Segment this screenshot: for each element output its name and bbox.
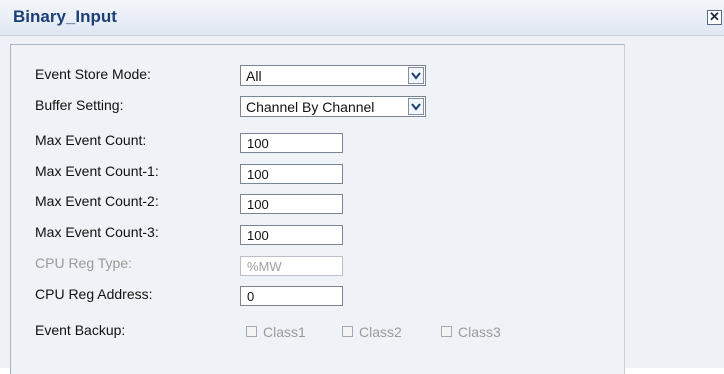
buffer-setting-select[interactable]: Channel By Channel (240, 96, 426, 117)
max-event-count-1-value: 100 (247, 167, 269, 182)
max-event-count-2-label: Max Event Count-2: (35, 193, 159, 209)
event-store-mode-value: All (246, 68, 262, 84)
cpu-reg-address-value: 0 (247, 289, 255, 304)
class3-checkbox[interactable] (441, 326, 452, 337)
chevron-down-icon[interactable] (408, 67, 424, 84)
chevron-down-icon[interactable] (408, 98, 424, 115)
max-event-count-label: Max Event Count: (35, 132, 147, 148)
buffer-setting-value: Channel By Channel (246, 99, 375, 115)
max-event-count-value: 100 (247, 136, 269, 151)
class3-label: Class3 (458, 324, 501, 340)
title-bar: Binary_Input ✕ (0, 0, 724, 36)
max-event-count-3-value: 100 (247, 228, 269, 243)
close-icon[interactable]: ✕ (707, 10, 722, 25)
event-store-mode-select[interactable]: All (240, 65, 426, 86)
max-event-count-2-input[interactable]: 100 (240, 194, 343, 214)
buffer-setting-label: Buffer Setting: (35, 97, 124, 113)
event-backup-label: Event Backup: (35, 322, 126, 338)
cpu-reg-address-label: CPU Reg Address: (35, 286, 153, 302)
max-event-count-1-label: Max Event Count-1: (35, 163, 159, 179)
class2-label: Class2 (359, 324, 402, 340)
window-title: Binary_Input (13, 7, 117, 26)
max-event-count-2-value: 100 (247, 197, 269, 212)
class2-checkbox[interactable] (342, 326, 353, 337)
class1-checkbox[interactable] (246, 326, 257, 337)
cpu-reg-type-input: %MW (240, 256, 343, 276)
max-event-count-input[interactable]: 100 (240, 133, 343, 153)
max-event-count-3-label: Max Event Count-3: (35, 224, 159, 240)
cpu-reg-type-placeholder: %MW (247, 259, 282, 274)
cpu-reg-address-input[interactable]: 0 (240, 286, 343, 306)
max-event-count-1-input[interactable]: 100 (240, 164, 343, 184)
max-event-count-3-input[interactable]: 100 (240, 225, 343, 245)
class1-label: Class1 (263, 324, 306, 340)
cpu-reg-type-label: CPU Reg Type: (35, 255, 133, 271)
event-store-mode-label: Event Store Mode: (35, 66, 151, 82)
